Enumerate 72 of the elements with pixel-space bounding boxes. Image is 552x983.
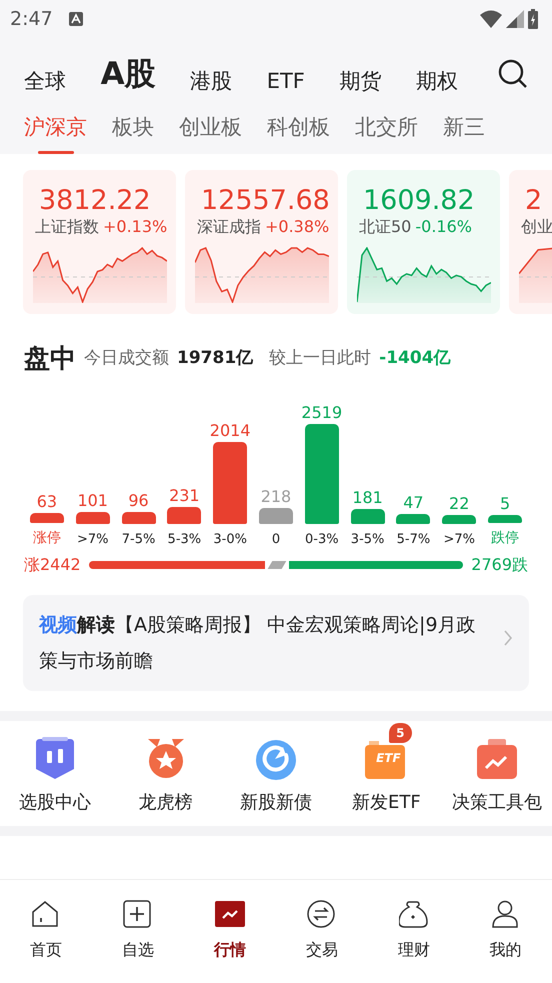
icon-label: ETF [375,752,402,764]
bar-value: 47 [403,492,424,512]
sub-tab[interactable]: 板块 [112,112,154,154]
category-label: 3-0% [213,530,247,549]
turnover-label: 今日成交额 [84,347,169,370]
market-tab[interactable]: A股 [100,50,156,98]
index-value: 12557.68 [200,186,331,216]
bar-value: 22 [449,494,470,513]
index-value: 2 [524,186,544,216]
bar-value: 231 [169,486,200,506]
nav-tab[interactable]: 交易 [276,880,368,983]
status-time: 2:47 [10,6,53,32]
section-title: 盘中 [24,342,76,376]
bar-value: 181 [352,488,383,508]
count-badge: 5 [389,723,412,744]
bar-value: 96 [128,491,149,510]
category-label: 跌停 [491,529,520,548]
category-label: 0 [272,530,280,549]
bar-value: 5 [500,494,510,513]
market-tab[interactable]: ETF [266,66,305,98]
sub-tab[interactable]: 创业板 [179,112,242,154]
index-card[interactable]: 2 创业 [509,170,552,314]
category-label: 涨停 [32,529,61,548]
category-label: >7% [76,530,108,549]
bar-value: 2519 [301,402,342,422]
index-name: 北证50 [359,216,412,238]
compare-label: 较上一日此时 [269,347,372,370]
nav-tab[interactable]: 首页 [0,880,92,983]
nav-tab[interactable]: 行情 [184,880,276,983]
index-value: 3812.22 [38,186,152,216]
index-change: +0.13% [103,216,168,238]
index-change: +0.38% [265,216,330,238]
category-label: 0-3% [304,530,339,549]
turnover-value: 19781亿 [177,347,254,370]
bar-value: 218 [260,486,292,506]
rising-count: 涨2442 [24,554,81,576]
category-label: >7% [443,530,475,549]
category-label: 3-5% [350,530,384,549]
market-tab[interactable]: 全球 [24,66,66,98]
index-card[interactable]: 3812.22 上证指数 +0.13% [23,170,176,314]
sub-tab[interactable]: 新三 [443,112,485,154]
market-tab[interactable]: 港股 [190,66,232,98]
category-label: 7-5% [122,530,156,549]
category-label: 5-3% [168,530,202,549]
index-card[interactable]: 12557.68 深证成指 +0.38% [185,170,338,314]
bar-value: 2014 [210,420,251,440]
nav-tab[interactable]: 我的 [460,880,552,983]
bar-value: 63 [36,492,58,511]
news-card[interactable]: 视频解读【A股策略周报】 中金宏观策略周论|9月政策与市场前瞻 [23,595,529,692]
sub-tab[interactable]: 科创板 [267,112,330,154]
sub-tab[interactable]: 沪深京 [24,112,87,154]
index-change: -0.16% [415,216,472,238]
falling-count: 2769跌 [471,554,528,576]
index-name: 创业 [521,216,552,238]
market-tab[interactable]: 期货 [339,66,382,98]
shortcut-label[interactable]: 新发ETF [352,789,421,816]
index-card[interactable]: 1609.82 北证50 -0.16% [347,170,500,314]
nav-tab[interactable]: 自选 [92,880,184,983]
index-name: 深证成指 [197,216,261,238]
category-label: 5-7% [396,530,430,549]
shortcut-label[interactable]: 决策工具包 [452,789,542,816]
index-value: 1609.82 [362,186,476,216]
shortcut-label[interactable]: 新股新债 [240,789,312,816]
sub-tab[interactable]: 北交所 [355,112,418,154]
shortcut-label[interactable]: 龙虎榜 [138,789,193,816]
compare-value: -1404亿 [379,347,451,370]
bar-value: 101 [77,490,108,510]
shortcut-label[interactable]: 选股中心 [19,789,92,816]
index-name: 上证指数 [35,216,99,238]
nav-tab[interactable]: 理财 [368,880,460,983]
news-headline[interactable]: 视频解读【A股策略周报】 中金宏观策略周论|9月政策与市场前瞻 [39,607,489,680]
market-tab[interactable]: 期权 [416,66,458,98]
